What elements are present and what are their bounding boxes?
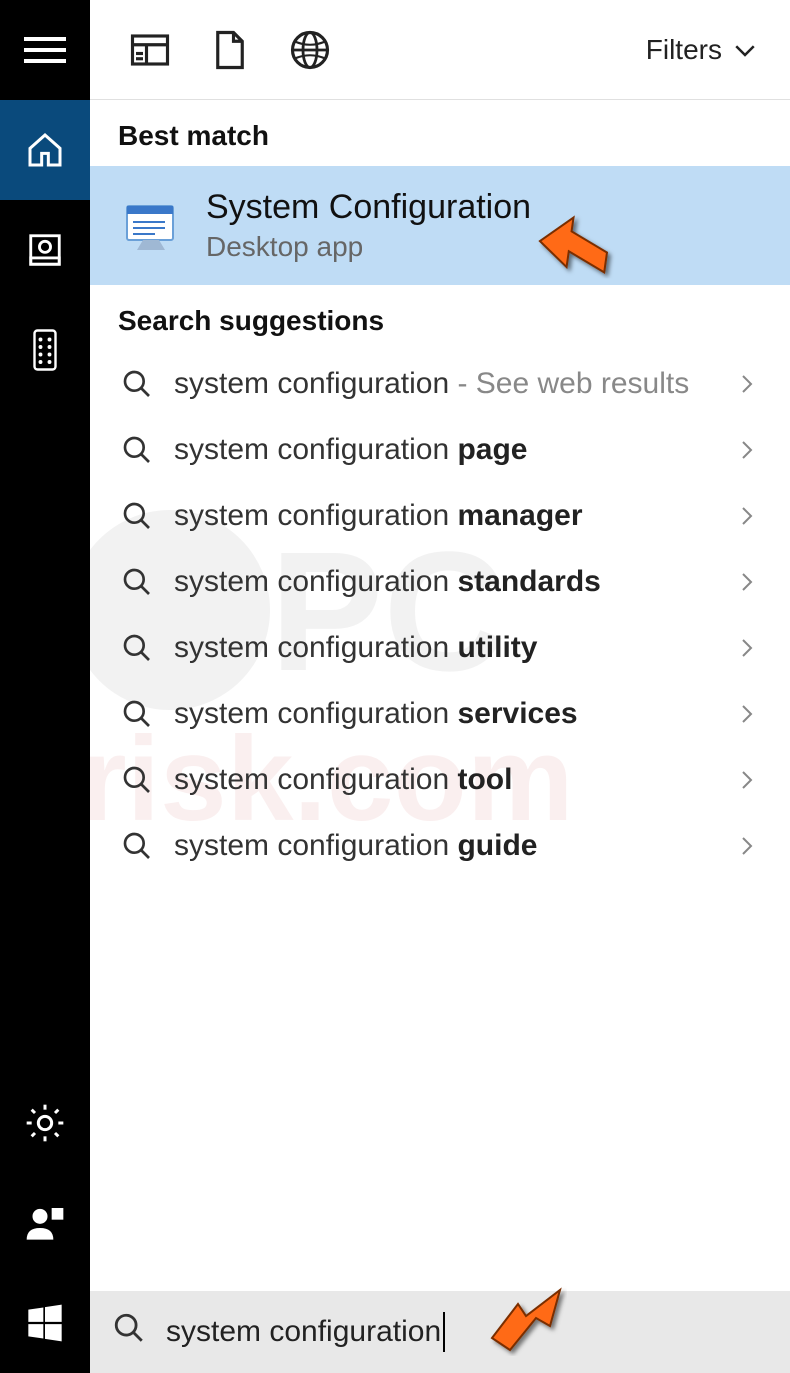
chevron-right-icon: [732, 768, 762, 792]
chevron-right-icon: [732, 438, 762, 462]
best-match-subtitle: Desktop app: [206, 231, 531, 263]
hamburger-icon: [24, 29, 66, 71]
search-icon: [114, 434, 160, 466]
hamburger-menu-button[interactable]: [0, 0, 90, 100]
sidebar-item-home[interactable]: [0, 100, 90, 200]
system-configuration-icon: [118, 191, 188, 261]
sidebar-item-disk[interactable]: [0, 200, 90, 300]
windows-logo-icon: [25, 1303, 65, 1343]
suggestion-text: system configuration manager: [174, 499, 732, 533]
apps-icon: [129, 29, 171, 71]
search-icon: [114, 368, 160, 400]
filters-dropdown[interactable]: Filters: [646, 34, 770, 66]
suggestions-header: Search suggestions: [90, 285, 790, 351]
search-input-bar[interactable]: system configuration: [90, 1291, 790, 1373]
document-icon: [209, 29, 251, 71]
remote-icon: [32, 329, 58, 371]
suggestion-item[interactable]: system configuration - See web results: [90, 351, 790, 417]
search-icon: [114, 566, 160, 598]
best-match-result[interactable]: System Configuration Desktop app: [90, 166, 790, 285]
suggestion-item[interactable]: system configuration utility: [90, 615, 790, 681]
suggestion-text: system configuration standards: [174, 565, 732, 599]
suggestion-item[interactable]: system configuration services: [90, 681, 790, 747]
chevron-right-icon: [732, 702, 762, 726]
best-match-title: System Configuration: [206, 188, 531, 227]
disk-icon: [26, 231, 64, 269]
suggestion-text: system configuration utility: [174, 631, 732, 665]
suggestion-text: system configuration - See web results: [174, 367, 732, 401]
sidebar-item-remote[interactable]: [0, 300, 90, 400]
home-icon: [25, 130, 65, 170]
search-icon: [114, 698, 160, 730]
chevron-down-icon: [730, 35, 760, 65]
suggestion-text: system configuration services: [174, 697, 732, 731]
filter-documents-tab[interactable]: [190, 20, 270, 80]
search-icon: [114, 632, 160, 664]
sidebar-item-settings[interactable]: [0, 1073, 90, 1173]
suggestion-text: system configuration page: [174, 433, 732, 467]
search-icon: [112, 1311, 146, 1353]
suggestions-list: system configuration - See web results sy…: [90, 351, 790, 879]
search-results-panel: Filters Best match System Configuration …: [90, 0, 790, 1373]
search-icon: [114, 500, 160, 532]
best-match-header: Best match: [90, 100, 790, 166]
suggestion-item[interactable]: system configuration tool: [90, 747, 790, 813]
filters-label: Filters: [646, 34, 722, 66]
suggestion-item[interactable]: system configuration page: [90, 417, 790, 483]
search-icon: [114, 830, 160, 862]
gear-icon: [25, 1103, 65, 1143]
suggestion-item[interactable]: system configuration guide: [90, 813, 790, 879]
start-button[interactable]: [0, 1273, 90, 1373]
user-icon: [25, 1203, 65, 1243]
search-filter-bar: Filters: [90, 0, 790, 100]
chevron-right-icon: [732, 570, 762, 594]
chevron-right-icon: [732, 504, 762, 528]
chevron-right-icon: [732, 636, 762, 660]
suggestion-text: system configuration tool: [174, 763, 732, 797]
chevron-right-icon: [732, 834, 762, 858]
sidebar-item-user[interactable]: [0, 1173, 90, 1273]
search-input-value: system configuration: [166, 1315, 441, 1349]
suggestion-text: system configuration guide: [174, 829, 732, 863]
filter-web-tab[interactable]: [270, 20, 350, 80]
start-sidebar: [0, 0, 90, 1373]
chevron-right-icon: [732, 372, 762, 396]
suggestion-item[interactable]: system configuration standards: [90, 549, 790, 615]
filter-apps-tab[interactable]: [110, 20, 190, 80]
globe-icon: [289, 29, 331, 71]
text-caret: [443, 1312, 445, 1352]
search-icon: [114, 764, 160, 796]
suggestion-item[interactable]: system configuration manager: [90, 483, 790, 549]
